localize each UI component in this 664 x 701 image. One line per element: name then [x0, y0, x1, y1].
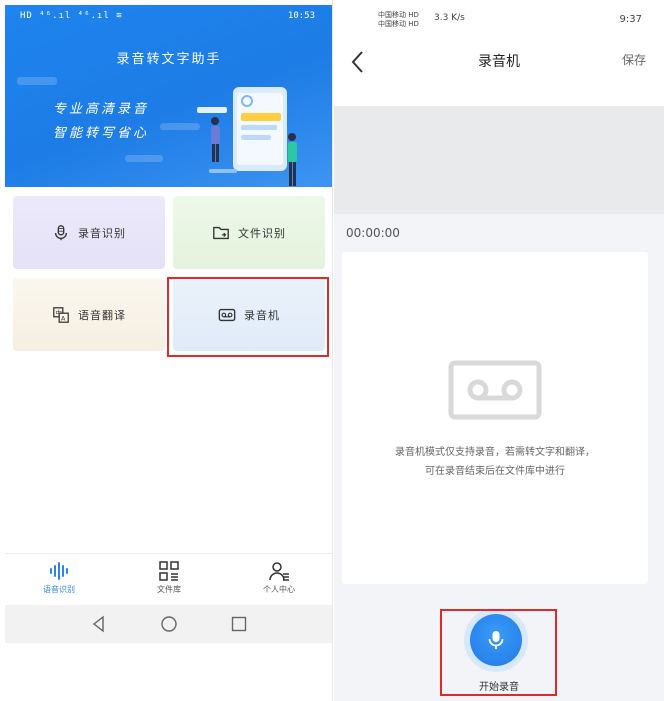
page-title: 录音机: [478, 54, 520, 70]
header-illustration: [197, 87, 297, 186]
start-recording-button[interactable]: [470, 614, 522, 666]
status-bar: HD ⁴⁶.ıl ⁴⁶.ıl ≋ 10:53: [5, 5, 332, 27]
recorder-notice-line-2: 可在录音结束后在文件库中进行: [425, 466, 565, 477]
recents-square-icon[interactable]: [230, 615, 248, 633]
top-nav-bar: 录音机 保存: [334, 38, 664, 88]
status-time: 9:37: [619, 14, 642, 25]
status-time: 10:53: [287, 11, 315, 21]
feature-label: 文件识别: [238, 226, 286, 240]
feature-card-file-recognition[interactable]: 文件识别: [173, 196, 325, 269]
recording-timer: 00:00:00: [346, 226, 400, 240]
tab-personal-center[interactable]: 个人中心: [239, 554, 319, 606]
feature-label: 录音识别: [78, 226, 126, 240]
microphone-icon: [54, 224, 68, 240]
bottom-tab-bar: 语音识别 文件库 个人中心: [5, 553, 332, 606]
right-phone-screen: 中国移动 HD 中国移动 HD 3.3 K/s 9:37 录音机 保存 00:0…: [334, 0, 664, 701]
cassette-tape-icon: [448, 360, 542, 420]
folder-icon: [213, 226, 229, 239]
svg-text:A: A: [61, 315, 66, 322]
status-left-icons: HD ⁴⁶.ıl ⁴⁶.ıl ≋: [20, 11, 123, 21]
start-recording-label: 开始录音: [479, 682, 519, 693]
slogan-line-2: 智能转写省心: [53, 126, 150, 141]
save-button[interactable]: 保存: [622, 51, 646, 68]
back-triangle-icon[interactable]: [90, 615, 108, 633]
home-circle-icon[interactable]: [160, 615, 178, 633]
slogan-line-1: 专业高清录音: [53, 102, 150, 117]
waveform-area: [334, 106, 664, 214]
translate-icon: 中 A: [53, 306, 69, 323]
waveform-icon: [50, 562, 68, 580]
microphone-icon: [488, 631, 504, 649]
tape-recorder-icon: [218, 308, 236, 321]
app-title: 录音转文字助手: [116, 52, 222, 67]
carrier-info: 中国移动 HD 中国移动 HD: [378, 11, 419, 28]
grid-list-icon: [159, 561, 179, 581]
feature-label: 录音机: [244, 308, 280, 322]
system-nav-bar: [5, 605, 332, 643]
feature-card-tape-recorder[interactable]: 录音机: [173, 278, 325, 351]
tab-label: 个人中心: [263, 585, 295, 594]
feature-label: 语音翻译: [78, 308, 126, 322]
app-header-banner: HD ⁴⁶.ıl ⁴⁶.ıl ≋ 10:53 录音转文字助手 专业高清录音 智能…: [5, 5, 332, 187]
nav-spacer: [334, 88, 664, 106]
tab-label: 文件库: [157, 585, 181, 594]
recording-content-card: 录音机模式仅支持录音，若需转文字和翻译， 可在录音结束后在文件库中进行: [342, 252, 648, 584]
left-phone-screen: HD ⁴⁶.ıl ⁴⁶.ıl ≋ 10:53 录音转文字助手 专业高清录音 智能…: [0, 0, 333, 701]
person-icon: [269, 562, 289, 581]
tab-label: 语音识别: [43, 585, 75, 594]
recorder-notice-line-1: 录音机模式仅支持录音，若需转文字和翻译，: [395, 447, 595, 458]
tab-file-library[interactable]: 文件库: [129, 554, 209, 606]
network-speed: 3.3 K/s: [434, 13, 465, 23]
tab-voice-recognition[interactable]: 语音识别: [19, 554, 99, 606]
status-bar: 中国移动 HD 中国移动 HD 3.3 K/s 9:37: [334, 0, 664, 38]
feature-card-record-recognition[interactable]: 录音识别: [13, 196, 165, 269]
feature-card-voice-translation[interactable]: 中 A 语音翻译: [13, 278, 165, 351]
